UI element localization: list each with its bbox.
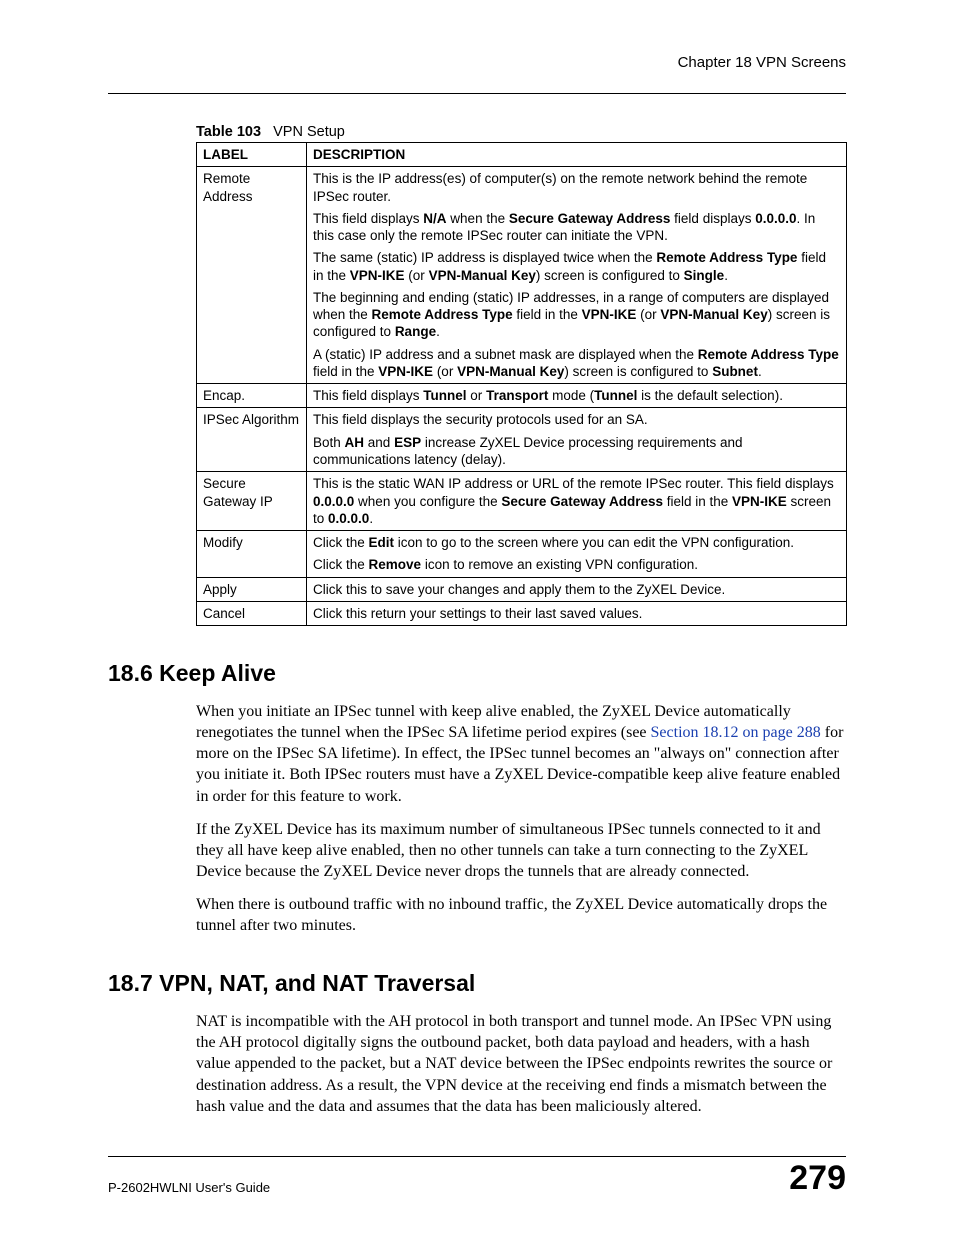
cell-label: Modify xyxy=(197,531,307,578)
cell-label: Remote Address xyxy=(197,167,307,384)
row-cancel: Cancel Click this return your settings t… xyxy=(197,601,847,625)
cell-label: Cancel xyxy=(197,601,307,625)
cell-desc: Click this return your settings to their… xyxy=(307,601,847,625)
cell-label: Secure Gateway IP xyxy=(197,472,307,531)
footer-guide-name: P-2602HWLNI User's Guide xyxy=(108,1180,270,1195)
header-rule xyxy=(108,93,846,94)
cell-desc: This is the static WAN IP address or URL… xyxy=(307,472,847,531)
cell-label: IPSec Algorithm xyxy=(197,408,307,472)
page-footer: P-2602HWLNI User's Guide 279 xyxy=(108,1156,846,1195)
row-apply: Apply Click this to save your changes an… xyxy=(197,577,847,601)
row-modify: Modify Click the Edit icon to go to the … xyxy=(197,531,847,578)
cell-desc: This field displays Tunnel or Transport … xyxy=(307,384,847,408)
cell-desc: This field displays the security protoco… xyxy=(307,408,847,472)
row-ipsec-algorithm: IPSec Algorithm This field displays the … xyxy=(197,408,847,472)
section-vpn-nat-body: NAT is incompatible with the AH protocol… xyxy=(196,1011,846,1117)
footer-rule xyxy=(108,1156,846,1157)
page: Chapter 18 VPN Screens Table 103 VPN Set… xyxy=(0,0,954,1235)
cell-label: Encap. xyxy=(197,384,307,408)
paragraph: NAT is incompatible with the AH protocol… xyxy=(196,1011,846,1117)
table-title: VPN Setup xyxy=(273,124,345,140)
table-caption: Table 103 VPN Setup xyxy=(196,124,846,140)
row-secure-gateway-ip: Secure Gateway IP This is the static WAN… xyxy=(197,472,847,531)
table-number: Table 103 xyxy=(196,124,261,140)
row-encap: Encap. This field displays Tunnel or Tra… xyxy=(197,384,847,408)
heading-keep-alive: 18.6 Keep Alive xyxy=(108,660,846,687)
heading-vpn-nat: 18.7 VPN, NAT, and NAT Traversal xyxy=(108,970,846,997)
col-header-label: LABEL xyxy=(197,143,307,167)
xref-section-18-12[interactable]: Section 18.12 on page 288 xyxy=(651,724,821,741)
col-header-description: DESCRIPTION xyxy=(307,143,847,167)
paragraph: When there is outbound traffic with no i… xyxy=(196,894,846,936)
running-head: Chapter 18 VPN Screens xyxy=(108,54,846,71)
cell-label: Apply xyxy=(197,577,307,601)
table-area: Table 103 VPN Setup LABEL DESCRIPTION Re… xyxy=(196,124,846,626)
cell-desc: This is the IP address(es) of computer(s… xyxy=(307,167,847,384)
table-head-row: LABEL DESCRIPTION xyxy=(197,143,847,167)
vpn-setup-table: LABEL DESCRIPTION Remote Address This is… xyxy=(196,142,847,626)
cell-desc: Click the Edit icon to go to the screen … xyxy=(307,531,847,578)
paragraph: If the ZyXEL Device has its maximum numb… xyxy=(196,819,846,882)
section-keep-alive-body: When you initiate an IPSec tunnel with k… xyxy=(196,701,846,936)
page-number: 279 xyxy=(789,1161,846,1195)
paragraph: When you initiate an IPSec tunnel with k… xyxy=(196,701,846,807)
cell-desc: Click this to save your changes and appl… xyxy=(307,577,847,601)
row-remote-address: Remote Address This is the IP address(es… xyxy=(197,167,847,384)
